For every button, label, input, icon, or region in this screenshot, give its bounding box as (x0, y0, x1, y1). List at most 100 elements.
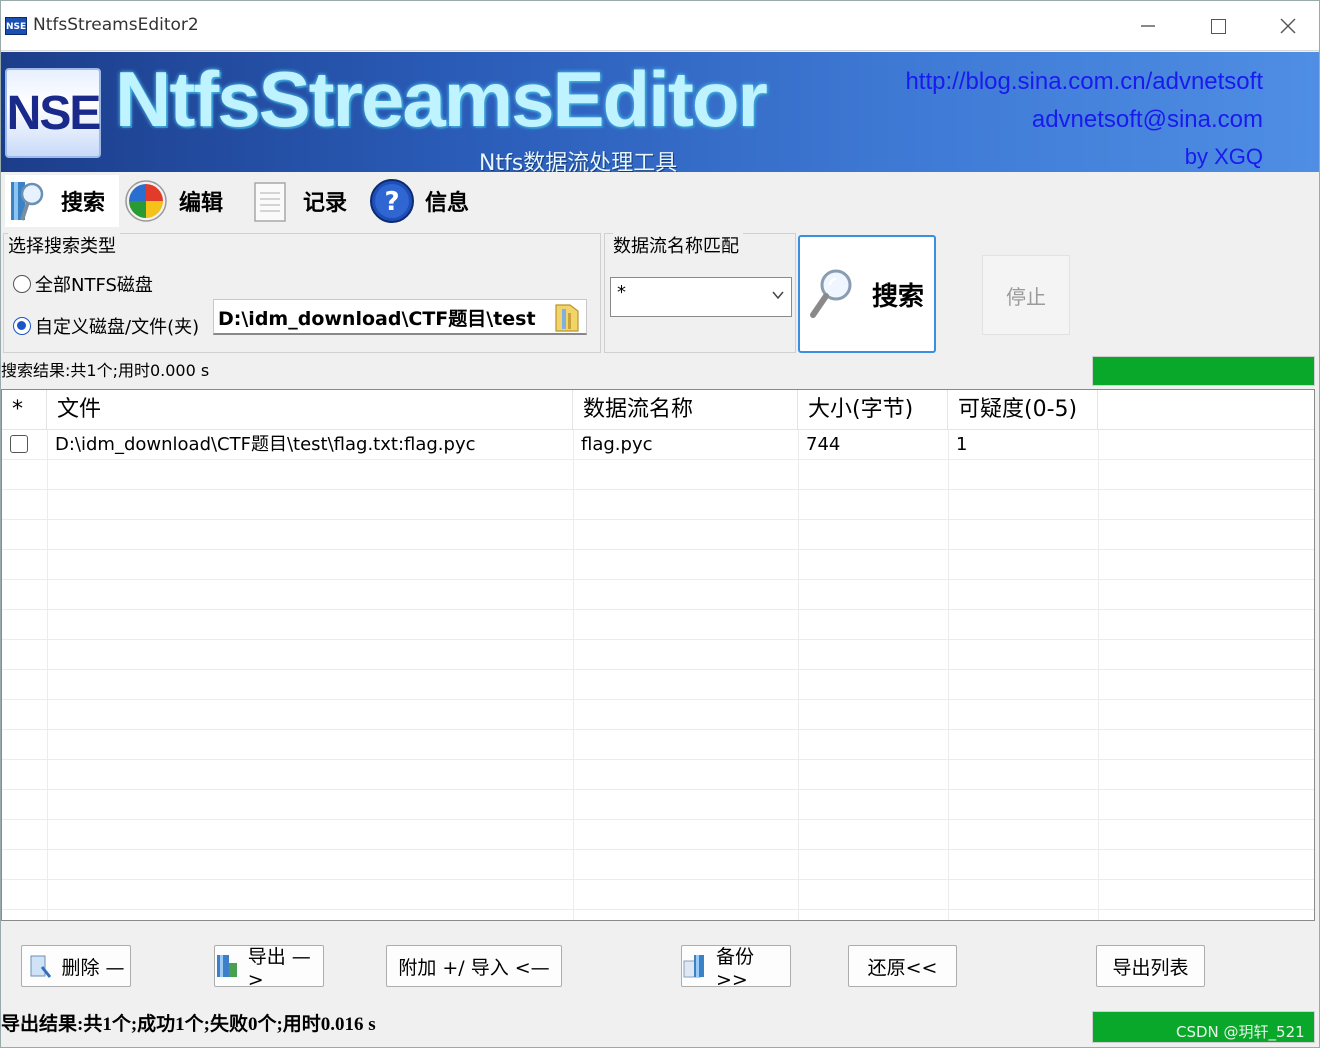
append-import-button[interactable]: 附加 +/ 导入 <— (386, 945, 562, 987)
header-banner: NSE NtfsStreamsEditor Ntfs数据流处理工具 http:/… (1, 52, 1319, 172)
tab-label: 搜索 (61, 191, 106, 216)
column-header-select[interactable]: * (2, 390, 47, 430)
search-button-label: 搜索 (872, 281, 925, 312)
grid-line (2, 609, 1314, 610)
tab-search[interactable]: 搜索 (5, 175, 119, 227)
column-header-suspicion[interactable]: 可疑度(0-5) (948, 390, 1098, 430)
grid-line (2, 849, 1314, 850)
help-icon: ? (369, 178, 415, 224)
tab-label: 记录 (303, 191, 348, 216)
backup-button[interactable]: 备份 >> (681, 945, 791, 991)
stream-match-title: 数据流名称匹配 (613, 232, 743, 258)
export-label: 导出 —> (247, 945, 311, 991)
column-header-file[interactable]: 文件 (47, 390, 573, 430)
title-bar[interactable]: NSE NtfsStreamsEditor2 (1, 1, 1319, 51)
search-icon (5, 178, 51, 224)
export-button[interactable]: 导出 —> (214, 945, 324, 991)
grid-line (2, 639, 1314, 640)
svg-text:?: ? (384, 187, 399, 217)
logo-text: NSE (6, 86, 102, 140)
author-link[interactable]: by XGQ (1185, 144, 1263, 170)
grid-line (47, 430, 48, 920)
export-list-button[interactable]: 导出列表 (1096, 945, 1205, 987)
radio-all-ntfs[interactable]: 全部NTFS磁盘 (13, 271, 153, 297)
results-table: * 文件 数据流名称 大小(字节) 可疑度(0-5) D:\idm_downlo… (1, 389, 1315, 921)
app-window: NSE NtfsStreamsEditor2 NSE NtfsStreamsEd… (0, 0, 1320, 1048)
path-input[interactable]: D:\idm_download\CTF题目\test (213, 299, 587, 335)
radio-label: 自定义磁盘/文件(夹) (35, 317, 200, 338)
table-row[interactable]: D:\idm_download\CTF题目\test\flag.txt:flag… (2, 430, 1314, 460)
brand-subtitle: Ntfs数据流处理工具 (479, 151, 678, 172)
blog-link[interactable]: http://blog.sina.com.cn/advnetsoft (905, 68, 1263, 96)
nse-logo: NSE (5, 68, 101, 158)
grid-line (798, 430, 799, 920)
grid-line (2, 699, 1314, 700)
browse-folder-button[interactable] (551, 301, 583, 333)
search-progress-bar (1092, 356, 1315, 386)
grid-line (2, 759, 1314, 760)
search-button[interactable]: 搜索 (798, 235, 936, 353)
cell-file: D:\idm_download\CTF题目\test\flag.txt:flag… (55, 434, 476, 455)
tab-label: 编辑 (179, 191, 224, 216)
restore-label: 还原<< (867, 956, 938, 979)
grid-line (948, 430, 949, 920)
grid-line (2, 519, 1314, 520)
radio-custom-path[interactable]: 自定义磁盘/文件(夹) (13, 313, 199, 339)
tab-log[interactable]: 记录 (247, 175, 361, 227)
chevron-down-icon[interactable] (771, 288, 785, 302)
table-header: * 文件 数据流名称 大小(字节) 可疑度(0-5) (2, 390, 1314, 430)
edit-icon (123, 178, 169, 224)
grid-line (2, 729, 1314, 730)
cell-size: 744 (806, 434, 841, 455)
maximize-button[interactable] (1183, 1, 1253, 51)
maximize-icon (1210, 18, 1226, 34)
grid-line (2, 489, 1314, 490)
append-import-label: 附加 +/ 导入 <— (398, 956, 550, 979)
row-checkbox[interactable] (10, 435, 28, 453)
export-result-status: 导出结果:共1个;成功1个;失败0个;用时0.016 s (1, 1014, 376, 1035)
notepad-icon (247, 178, 293, 224)
grid-line (1098, 430, 1099, 920)
radio-label: 全部NTFS磁盘 (35, 275, 153, 296)
radio-circle[interactable] (13, 317, 31, 335)
grid-line (2, 879, 1314, 880)
grid-line (2, 669, 1314, 670)
cell-stream: flag.pyc (581, 434, 653, 455)
app-icon: NSE (5, 17, 27, 35)
brand-title: NtfsStreamsEditor (115, 55, 768, 143)
grid-line (2, 549, 1314, 550)
export-list-label: 导出列表 (1112, 956, 1189, 979)
window-title: NtfsStreamsEditor2 (33, 15, 199, 35)
backup-label: 备份 >> (716, 945, 755, 991)
tab-edit[interactable]: 编辑 (123, 175, 239, 227)
restore-button[interactable]: 还原<< (848, 945, 957, 987)
tool-tabs: 搜索 编辑 记录 ? 信息 (1, 173, 1319, 229)
delete-button[interactable]: 删除 — (21, 945, 131, 987)
close-button[interactable] (1253, 1, 1320, 51)
stop-button[interactable]: 停止 (982, 255, 1070, 335)
tab-info[interactable]: ? 信息 (369, 175, 483, 227)
backup-icon (682, 953, 708, 979)
cell-suspicion: 1 (956, 434, 968, 455)
email-link[interactable]: advnetsoft@sina.com (1032, 106, 1263, 134)
stream-pattern-value: * (617, 282, 626, 303)
grid-line (2, 909, 1314, 910)
grid-line (2, 579, 1314, 580)
folder-icon (555, 304, 579, 332)
radio-circle[interactable] (13, 275, 31, 293)
grid-line (2, 819, 1314, 820)
delete-label: 删除 — (61, 956, 125, 979)
stream-pattern-combobox[interactable]: * (610, 277, 792, 317)
search-result-status: 搜索结果:共1个;用时0.000 s (1, 361, 210, 380)
column-header-size[interactable]: 大小(字节) (798, 390, 948, 430)
delete-icon (27, 953, 53, 979)
column-header-stream[interactable]: 数据流名称 (573, 390, 798, 430)
minimize-icon (1141, 25, 1155, 27)
export-icon (215, 953, 240, 979)
search-type-title: 选择搜索类型 (8, 232, 120, 258)
minimize-button[interactable] (1113, 1, 1183, 51)
magnifier-icon (810, 269, 852, 318)
tab-label: 信息 (425, 191, 470, 216)
watermark: CSDN @玥轩_521 (1176, 1023, 1305, 1041)
grid-line (2, 789, 1314, 790)
